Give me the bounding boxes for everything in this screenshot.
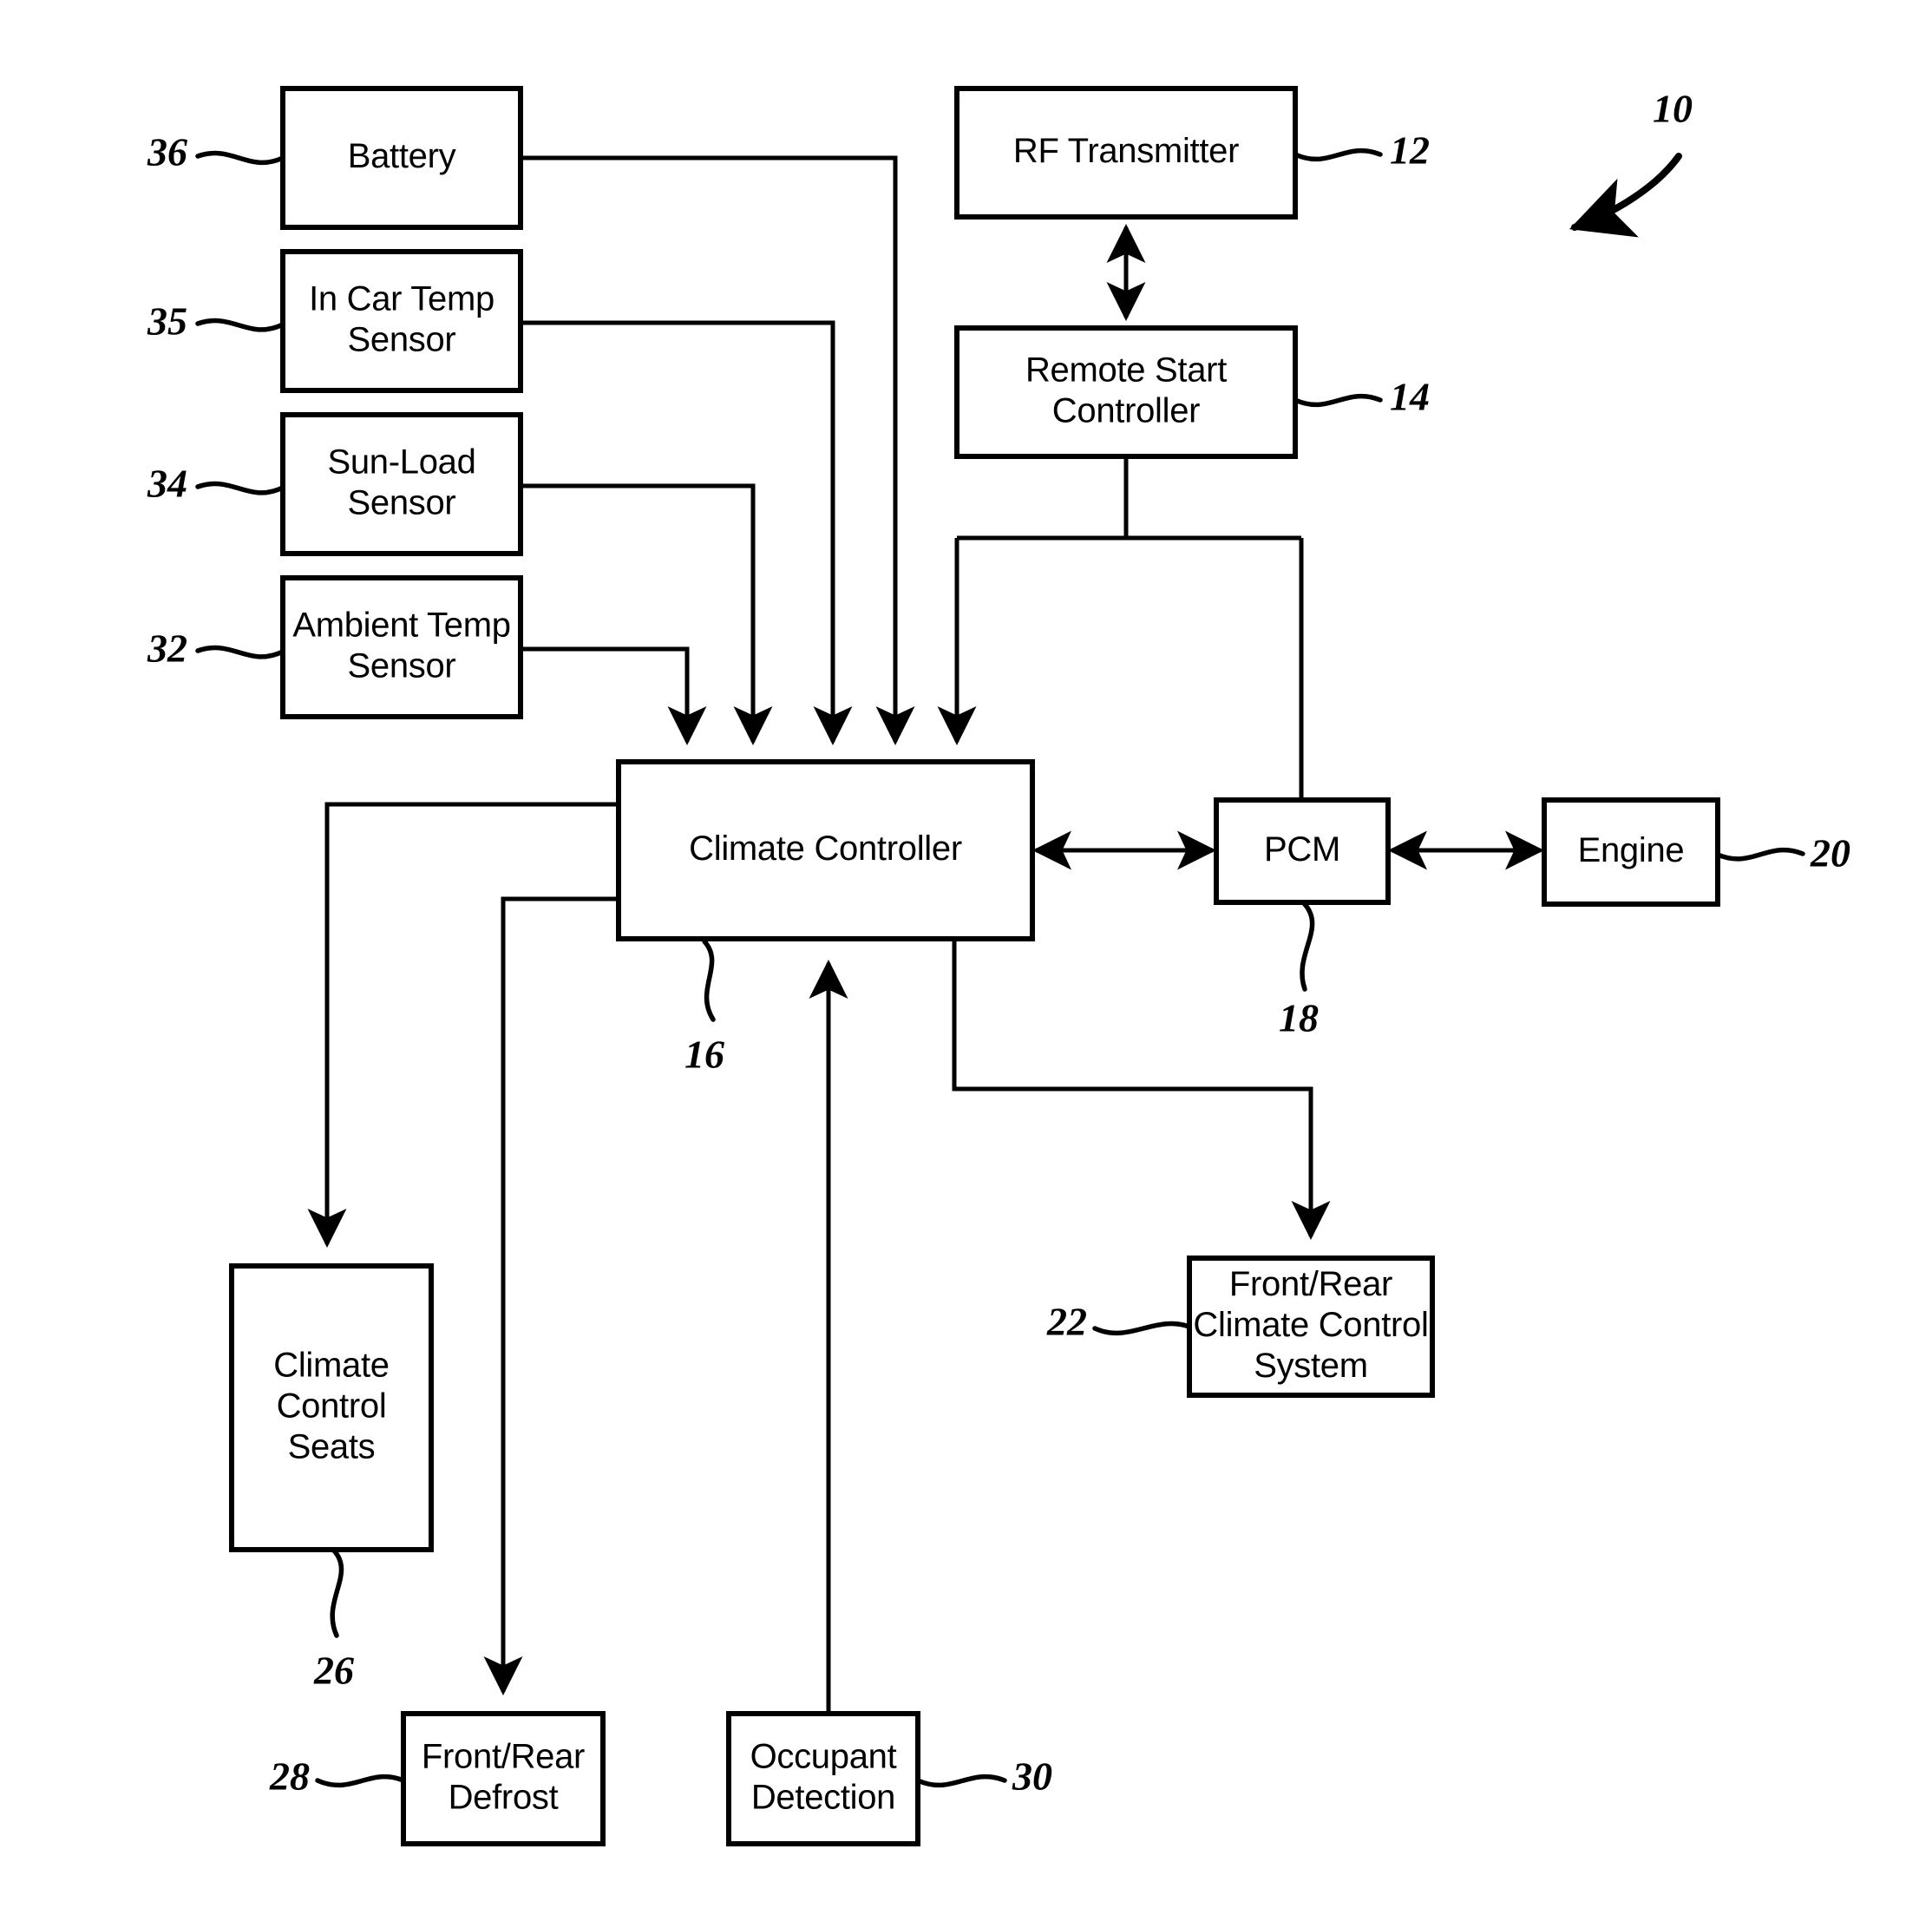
block-label-climate_ctrl: Climate Controller [689, 829, 962, 868]
connection-battery-to-climate-controller [521, 155, 915, 746]
reference-numeral-28: 28 [269, 1754, 310, 1799]
block-defrost[interactable]: Front/Rear Defrost [401, 1711, 606, 1846]
block-pcm[interactable]: PCM [1214, 797, 1391, 905]
reference-numeral-30: 30 [1012, 1754, 1052, 1799]
leader-16 [702, 939, 716, 1022]
block-label-rf_tx: RF Transmitter [1013, 132, 1239, 170]
reference-numeral-14: 14 [1390, 375, 1430, 419]
block-front_rear_ccs[interactable]: Front/Rear Climate Control System [1187, 1256, 1435, 1398]
leader-20 [1715, 847, 1805, 862]
leader-34 [195, 481, 285, 495]
patent-figure: Battery In Car Temp Sensor Sun-Load Sensor Am… [0, 0, 1932, 1908]
connection-climate-controller-to-defrost [483, 896, 616, 1696]
leader-35 [195, 318, 285, 332]
block-label-cc_seats: Climate Control Seats [273, 1346, 390, 1465]
connection-climate-controller-to-front-rear-system [952, 941, 1331, 1241]
block-ambient_temp[interactable]: Ambient Temp Sensor [280, 575, 523, 719]
block-rf_tx[interactable]: RF Transmitter [954, 86, 1298, 220]
connection-ambient-temp-to-climate-controller [521, 646, 707, 746]
block-engine[interactable]: Engine [1542, 797, 1720, 907]
block-battery[interactable]: Battery [280, 86, 523, 230]
leader-32 [195, 645, 285, 659]
figure-10-curved-arrow [1569, 153, 1682, 238]
block-diagram-canvas: Battery In Car Temp Sensor Sun-Load Sensor Am… [147, 86, 1850, 1846]
block-boxes: Battery In Car Temp Sensor Sun-Load Sensor Am… [229, 86, 1720, 1846]
leader-14 [1293, 393, 1383, 408]
leader-18 [1300, 901, 1315, 992]
connection-sun-load-to-climate-controller [521, 483, 773, 746]
reference-numeral-36: 36 [147, 130, 187, 174]
figure-reference-arrow [1569, 153, 1682, 238]
reference-numeral-32: 32 [147, 626, 187, 671]
leader-36 [195, 150, 285, 166]
block-cc_seats[interactable]: Climate Control Seats [229, 1263, 434, 1552]
block-label-battery: Battery [348, 137, 456, 175]
leader-12 [1293, 148, 1383, 162]
reference-numeral-12: 12 [1390, 128, 1430, 173]
block-sun_load[interactable]: Sun-Load Sensor [280, 412, 523, 556]
block-in_car_temp[interactable]: In Car Temp Sensor [280, 249, 523, 393]
block-label-pcm: PCM [1264, 830, 1340, 869]
connection-in-car-temp-to-climate-controller [521, 320, 853, 746]
reference-numeral-18: 18 [1279, 996, 1319, 1040]
block-climate_ctrl[interactable]: Climate Controller [616, 759, 1035, 941]
block-remote_start[interactable]: Remote Start Controller [954, 325, 1298, 459]
leader-28 [315, 1774, 406, 1788]
block-occupant[interactable]: Occupant Detection [726, 1711, 920, 1846]
leader-26 [330, 1548, 344, 1638]
reference-numeral-10: 10 [1653, 87, 1693, 131]
connection-climate-controller-to-seats [307, 802, 616, 1249]
leader-22 [1092, 1321, 1192, 1336]
reference-numeral-34: 34 [147, 462, 187, 506]
block-label-engine: Engine [1578, 831, 1685, 869]
reference-numeral-16: 16 [684, 1033, 724, 1077]
reference-numeral-22: 22 [1046, 1300, 1087, 1344]
reference-numeral-20: 20 [1810, 831, 1850, 875]
reference-numeral-26: 26 [313, 1649, 354, 1693]
reference-numeral-35: 35 [147, 299, 187, 344]
leader-30 [915, 1774, 1007, 1788]
